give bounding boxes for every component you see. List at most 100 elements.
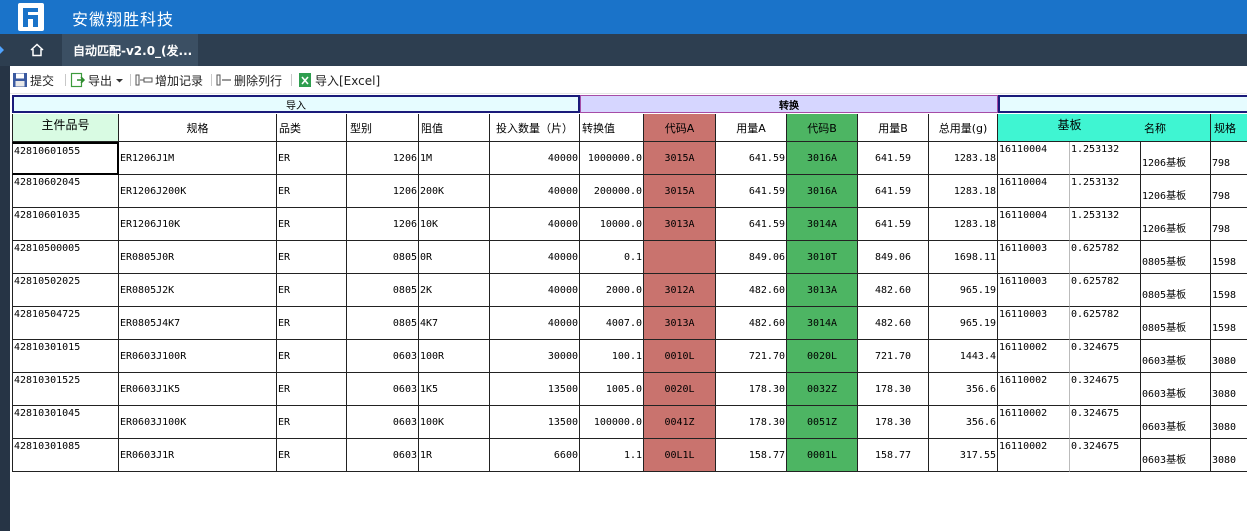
cell-usage-a[interactable]: 721.70 <box>716 340 787 373</box>
cell-sub-spec[interactable]: 1598 <box>1211 241 1247 274</box>
cell-total[interactable]: 1283.18 <box>929 175 998 208</box>
table-row[interactable]: 42810602045 ER1206J200K ER 1206 200K 40000 200… <box>12 175 1247 208</box>
cell-sub-ratio[interactable]: 0.324675 <box>1070 340 1141 373</box>
cell-part-no[interactable]: 42810301045 <box>12 406 119 439</box>
cell-sub-ratio[interactable]: 1.253132 <box>1070 142 1141 175</box>
cell-qty[interactable]: 6600 <box>490 439 580 472</box>
cell-usage-b[interactable]: 178.30 <box>858 373 929 406</box>
cell-model[interactable]: 0805 <box>347 307 419 340</box>
cell-code-b[interactable]: 3014A <box>787 307 858 340</box>
cell-spec[interactable]: ER0603J1R <box>119 439 277 472</box>
cell-sub-name[interactable]: 0603基板 <box>1141 439 1211 472</box>
cell-sub-code[interactable]: 16110003 <box>998 307 1070 340</box>
cell-model[interactable]: 1206 <box>347 175 419 208</box>
cell-conv[interactable]: 100000.0 <box>580 406 644 439</box>
cell-total[interactable]: 317.55 <box>929 439 998 472</box>
import-excel-button[interactable]: 导入[Excel] <box>297 71 380 89</box>
cell-sub-name[interactable]: 1206基板 <box>1141 142 1211 175</box>
cell-category[interactable]: ER <box>277 241 347 274</box>
cell-qty[interactable]: 40000 <box>490 241 580 274</box>
cell-category[interactable]: ER <box>277 208 347 241</box>
table-row[interactable]: 42810502025 ER0805J2K ER 0805 2K 40000 2000.0 3… <box>12 274 1247 307</box>
column-header-substrate[interactable]: 基板 <box>998 114 1141 142</box>
column-header-usage-b[interactable]: 用量B <box>858 114 929 142</box>
cell-code-b[interactable]: 0001L <box>787 439 858 472</box>
cell-model[interactable]: 0805 <box>347 274 419 307</box>
cell-code-a[interactable]: 0020L <box>644 373 716 406</box>
cell-usage-a[interactable]: 482.60 <box>716 274 787 307</box>
cell-qty[interactable]: 40000 <box>490 274 580 307</box>
table-row[interactable]: 42810504725 ER0805J4K7 ER 0805 4K7 40000 4007.… <box>12 307 1247 340</box>
cell-part-no[interactable]: 42810504725 <box>12 307 119 340</box>
cell-usage-b[interactable]: 721.70 <box>858 340 929 373</box>
cell-sub-code[interactable]: 16110004 <box>998 208 1070 241</box>
cell-usage-b[interactable]: 482.60 <box>858 307 929 340</box>
cell-part-no[interactable]: 42810301015 <box>12 340 119 373</box>
cell-sub-ratio[interactable]: 0.324675 <box>1070 406 1141 439</box>
cell-model[interactable]: 0603 <box>347 439 419 472</box>
cell-sub-name[interactable]: 0603基板 <box>1141 340 1211 373</box>
cell-total[interactable]: 1283.18 <box>929 208 998 241</box>
cell-usage-b[interactable]: 482.60 <box>858 274 929 307</box>
column-header-sub-spec[interactable]: 规格 <box>1211 114 1247 142</box>
cell-sub-name[interactable]: 0603基板 <box>1141 406 1211 439</box>
cell-code-b[interactable]: 3014A <box>787 208 858 241</box>
cell-conv[interactable]: 4007.0 <box>580 307 644 340</box>
cell-sub-ratio[interactable]: 1.253132 <box>1070 208 1141 241</box>
tab-auto-match[interactable]: 自动匹配-v2.0_(发... <box>62 34 198 66</box>
cell-sub-name[interactable]: 0603基板 <box>1141 373 1211 406</box>
cell-resistance[interactable]: 1M <box>419 142 490 175</box>
cell-resistance[interactable]: 1K5 <box>419 373 490 406</box>
cell-spec[interactable]: ER0805J0R <box>119 241 277 274</box>
cell-resistance[interactable]: 0R <box>419 241 490 274</box>
cell-sub-ratio[interactable]: 0.625782 <box>1070 307 1141 340</box>
column-header-resistance[interactable]: 阻值 <box>419 114 490 142</box>
cell-sub-code[interactable]: 16110002 <box>998 340 1070 373</box>
cell-category[interactable]: ER <box>277 175 347 208</box>
cell-part-no[interactable]: 42810602045 <box>12 175 119 208</box>
column-header-conv-value[interactable]: 转换值 <box>580 114 644 142</box>
cell-conv[interactable]: 1000000.0 <box>580 142 644 175</box>
cell-conv[interactable]: 200000.0 <box>580 175 644 208</box>
column-header-part-no[interactable]: 主件品号 <box>12 114 119 142</box>
cell-category[interactable]: ER <box>277 307 347 340</box>
column-header-qty[interactable]: 投入数量（片） <box>490 114 580 142</box>
table-row[interactable]: 42810301085 ER0603J1R ER 0603 1R 6600 1.1 00L1L… <box>12 439 1247 472</box>
table-row[interactable]: 42810601055 ER1206J1M ER 1206 1M 40000 1000000… <box>12 142 1247 175</box>
cell-code-a[interactable]: 0041Z <box>644 406 716 439</box>
cell-resistance[interactable]: 200K <box>419 175 490 208</box>
cell-usage-b[interactable]: 641.59 <box>858 142 929 175</box>
cell-part-no[interactable]: 42810301525 <box>12 373 119 406</box>
cell-model[interactable]: 1206 <box>347 142 419 175</box>
cell-qty[interactable]: 13500 <box>490 406 580 439</box>
cell-category[interactable]: ER <box>277 274 347 307</box>
cell-usage-b[interactable]: 158.77 <box>858 439 929 472</box>
cell-code-b[interactable]: 0051Z <box>787 406 858 439</box>
cell-conv[interactable]: 100.1 <box>580 340 644 373</box>
column-header-code-b[interactable]: 代码B <box>787 114 858 142</box>
column-header-code-a[interactable]: 代码A <box>644 114 716 142</box>
cell-sub-name[interactable]: 0805基板 <box>1141 241 1211 274</box>
cell-category[interactable]: ER <box>277 439 347 472</box>
cell-sub-code[interactable]: 16110003 <box>998 274 1070 307</box>
cell-code-a[interactable]: 3012A <box>644 274 716 307</box>
cell-usage-b[interactable]: 178.30 <box>858 406 929 439</box>
cell-sub-code[interactable]: 16110003 <box>998 241 1070 274</box>
cell-resistance[interactable]: 1R <box>419 439 490 472</box>
cell-qty[interactable]: 40000 <box>490 208 580 241</box>
cell-code-b[interactable]: 3013A <box>787 274 858 307</box>
cell-conv[interactable]: 1.1 <box>580 439 644 472</box>
cell-sub-spec[interactable]: 1598 <box>1211 274 1247 307</box>
table-row[interactable]: 42810500005 ER0805J0R ER 0805 0R 40000 0.1 849.… <box>12 241 1247 274</box>
column-header-sub-name[interactable]: 名称 <box>1141 114 1211 142</box>
cell-total[interactable]: 356.6 <box>929 373 998 406</box>
cell-resistance[interactable]: 2K <box>419 274 490 307</box>
cell-sub-name[interactable]: 0805基板 <box>1141 307 1211 340</box>
cell-code-a[interactable] <box>644 241 716 274</box>
cell-sub-ratio[interactable]: 1.253132 <box>1070 175 1141 208</box>
cell-model[interactable]: 0805 <box>347 241 419 274</box>
cell-code-b[interactable]: 3016A <box>787 142 858 175</box>
cell-part-no[interactable]: 42810601035 <box>12 208 119 241</box>
cell-spec[interactable]: ER1206J200K <box>119 175 277 208</box>
cell-conv[interactable]: 2000.0 <box>580 274 644 307</box>
